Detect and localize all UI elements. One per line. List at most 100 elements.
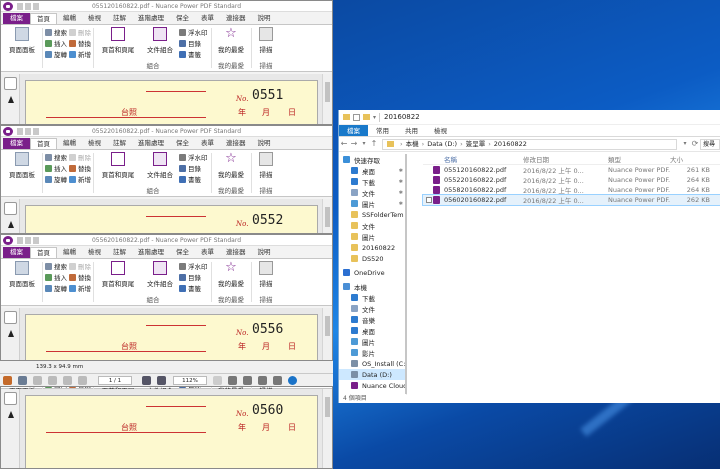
zoom-slider-icon[interactable] — [213, 376, 222, 385]
qat-dropdown-icon[interactable]: ▾ — [373, 114, 376, 121]
ribbon-tab[interactable]: 編輯 — [57, 13, 82, 24]
prev-page-icon[interactable] — [48, 376, 57, 385]
breadcrumb-separator-icon[interactable]: › — [488, 139, 491, 149]
bookmark-button[interactable]: 書籤 — [179, 49, 201, 59]
replace-button[interactable]: 替換 — [69, 38, 91, 48]
ribbon-tab[interactable]: 表單 — [195, 138, 220, 149]
ribbon-tab[interactable]: 表單 — [195, 13, 220, 24]
bookmark-button[interactable]: 書籤 — [179, 283, 201, 293]
explorer-title-bar[interactable]: ▾ 20160822 — [339, 110, 720, 125]
info-icon[interactable] — [288, 376, 297, 385]
header-footer-button[interactable]: 頁首和頁尾 — [96, 27, 140, 54]
ribbon-tab[interactable]: 說明 — [252, 247, 277, 258]
add-button[interactable]: 新增 — [69, 283, 91, 293]
hand-tool-icon[interactable] — [4, 202, 17, 215]
zoom-select[interactable]: 112% — [173, 376, 207, 385]
nav-item[interactable]: 文件 — [339, 303, 406, 314]
scan-button[interactable]: 掃描 — [253, 152, 279, 179]
doc-assembly-button[interactable]: 文件組合 — [141, 27, 179, 54]
ribbon-tab[interactable]: 註解 — [107, 138, 132, 149]
title-bar[interactable]: 055620160822.pdf - Nuance Power PDF Stan… — [1, 235, 332, 246]
delete-button[interactable]: 刪除 — [69, 152, 91, 162]
single-page-icon[interactable] — [258, 376, 267, 385]
scroll-thumb[interactable] — [325, 316, 330, 336]
scroll-thumb[interactable] — [325, 82, 330, 102]
nav-item[interactable]: 圖片 — [339, 231, 406, 242]
page-panel-button[interactable]: 頁面面板 — [3, 261, 41, 288]
select-arrow-icon[interactable] — [8, 221, 14, 228]
nav-item[interactable]: 文件 — [339, 220, 406, 231]
nav-item[interactable]: 快速存取 — [339, 154, 406, 165]
vertical-scrollbar[interactable] — [322, 199, 332, 233]
select-arrow-icon[interactable] — [8, 330, 14, 337]
column-name[interactable]: 名稱 — [423, 154, 523, 164]
nav-item[interactable]: 影片 — [339, 347, 406, 358]
back-arrow-icon[interactable]: ← — [339, 139, 349, 149]
page-number-input[interactable]: 1 / 1 — [98, 376, 132, 385]
toc-button[interactable]: 目錄 — [179, 163, 201, 173]
ribbon-tab[interactable]: 進階處理 — [132, 13, 170, 24]
ribbon-tab[interactable]: 檔案 — [3, 138, 30, 149]
breadcrumb[interactable]: › 本機 › Data (D:) › 簽呈單 › 20160822 — [382, 138, 677, 150]
pin-icon[interactable]: ✱ — [399, 179, 403, 185]
up-arrow-icon[interactable]: ↑ — [369, 139, 379, 149]
watermark-button[interactable]: 浮水印 — [179, 261, 208, 271]
nav-item[interactable]: 圖片 — [339, 336, 406, 347]
header-footer-button[interactable]: 頁首和頁尾 — [96, 152, 140, 179]
insert-button[interactable]: 插入 — [45, 38, 67, 48]
favorites-button[interactable]: ☆ 我的最愛 — [213, 27, 249, 55]
column-date[interactable]: 修改日期 — [523, 154, 608, 164]
ribbon-tab[interactable]: 檔案 — [3, 247, 30, 258]
toc-button[interactable]: 目錄 — [179, 272, 201, 282]
ribbon-tab[interactable]: 連接器 — [220, 138, 252, 149]
recent-dropdown-icon[interactable]: ▾ — [359, 139, 369, 149]
checkbox[interactable] — [426, 197, 432, 203]
next-page-icon[interactable] — [63, 376, 72, 385]
explorer-tab[interactable]: 檔案 — [339, 125, 368, 136]
doc-assembly-button[interactable]: 文件組合 — [141, 261, 179, 288]
breadcrumb-item[interactable]: 本機 — [406, 139, 419, 149]
rotate-button[interactable]: 旋轉 — [45, 283, 67, 293]
ribbon-tab[interactable]: 註解 — [107, 247, 132, 258]
page-panel-button[interactable]: 頁面面板 — [3, 27, 41, 54]
zoom-out-icon[interactable] — [142, 376, 151, 385]
file-row[interactable]: 055120160822.pdf 2016/8/22 上午 0... Nuance … — [423, 165, 720, 175]
find-button[interactable]: 搜索 — [45, 27, 67, 37]
ribbon-tab[interactable]: 檢視 — [82, 247, 107, 258]
ribbon-tab[interactable]: 檢視 — [82, 138, 107, 149]
replace-button[interactable]: 替換 — [69, 272, 91, 282]
rotate-button[interactable]: 旋轉 — [45, 174, 67, 184]
insert-button[interactable]: 插入 — [45, 272, 67, 282]
nav-item[interactable]: 本機 — [339, 281, 406, 292]
find-button[interactable]: 搜索 — [45, 152, 67, 162]
nav-scrollbar[interactable] — [405, 154, 407, 394]
ribbon-tab[interactable]: 檢視 — [82, 13, 107, 24]
file-row[interactable]: 055820160822.pdf 2016/8/22 上午 0... Nuance … — [423, 185, 720, 195]
nav-item[interactable]: SSFolderTem — [339, 209, 406, 220]
delete-button[interactable]: 刪除 — [69, 27, 91, 37]
nav-item[interactable]: 下載 — [339, 292, 406, 303]
explorer-tab[interactable]: 常用 — [368, 125, 397, 136]
hand-tool-icon[interactable] — [4, 77, 17, 90]
first-page-icon[interactable] — [33, 376, 42, 385]
nav-item[interactable]: 桌面 — [339, 325, 406, 336]
breadcrumb-item[interactable]: 簽呈單 — [466, 139, 486, 149]
ribbon-tab[interactable]: 說明 — [252, 138, 277, 149]
breadcrumb-item[interactable]: Data (D:) — [427, 139, 457, 149]
favorites-button[interactable]: ☆ 我的最愛 — [213, 152, 249, 180]
rotate-button[interactable]: 旋轉 — [45, 49, 67, 59]
ribbon-tab[interactable]: 編輯 — [57, 138, 82, 149]
breadcrumb-item[interactable]: 20160822 — [494, 139, 527, 149]
file-row[interactable]: 056020160822.pdf 2016/8/22 上午 0... Nuance … — [422, 194, 720, 206]
scroll-thumb[interactable] — [325, 397, 330, 417]
breadcrumb-separator-icon[interactable]: › — [460, 139, 463, 149]
address-dropdown-icon[interactable]: ▾ — [680, 139, 690, 149]
properties-icon[interactable] — [353, 113, 360, 121]
vertical-scrollbar[interactable] — [322, 389, 332, 468]
ribbon-tab[interactable]: 進階處理 — [132, 138, 170, 149]
column-type[interactable]: 類型 — [608, 154, 670, 164]
ribbon-tab[interactable]: 表單 — [195, 247, 220, 258]
ribbon-tab[interactable]: 連接器 — [220, 247, 252, 258]
file-row[interactable]: 055220160822.pdf 2016/8/22 上午 0... Nuance … — [423, 175, 720, 185]
refresh-icon[interactable]: ⟳ — [690, 139, 700, 149]
